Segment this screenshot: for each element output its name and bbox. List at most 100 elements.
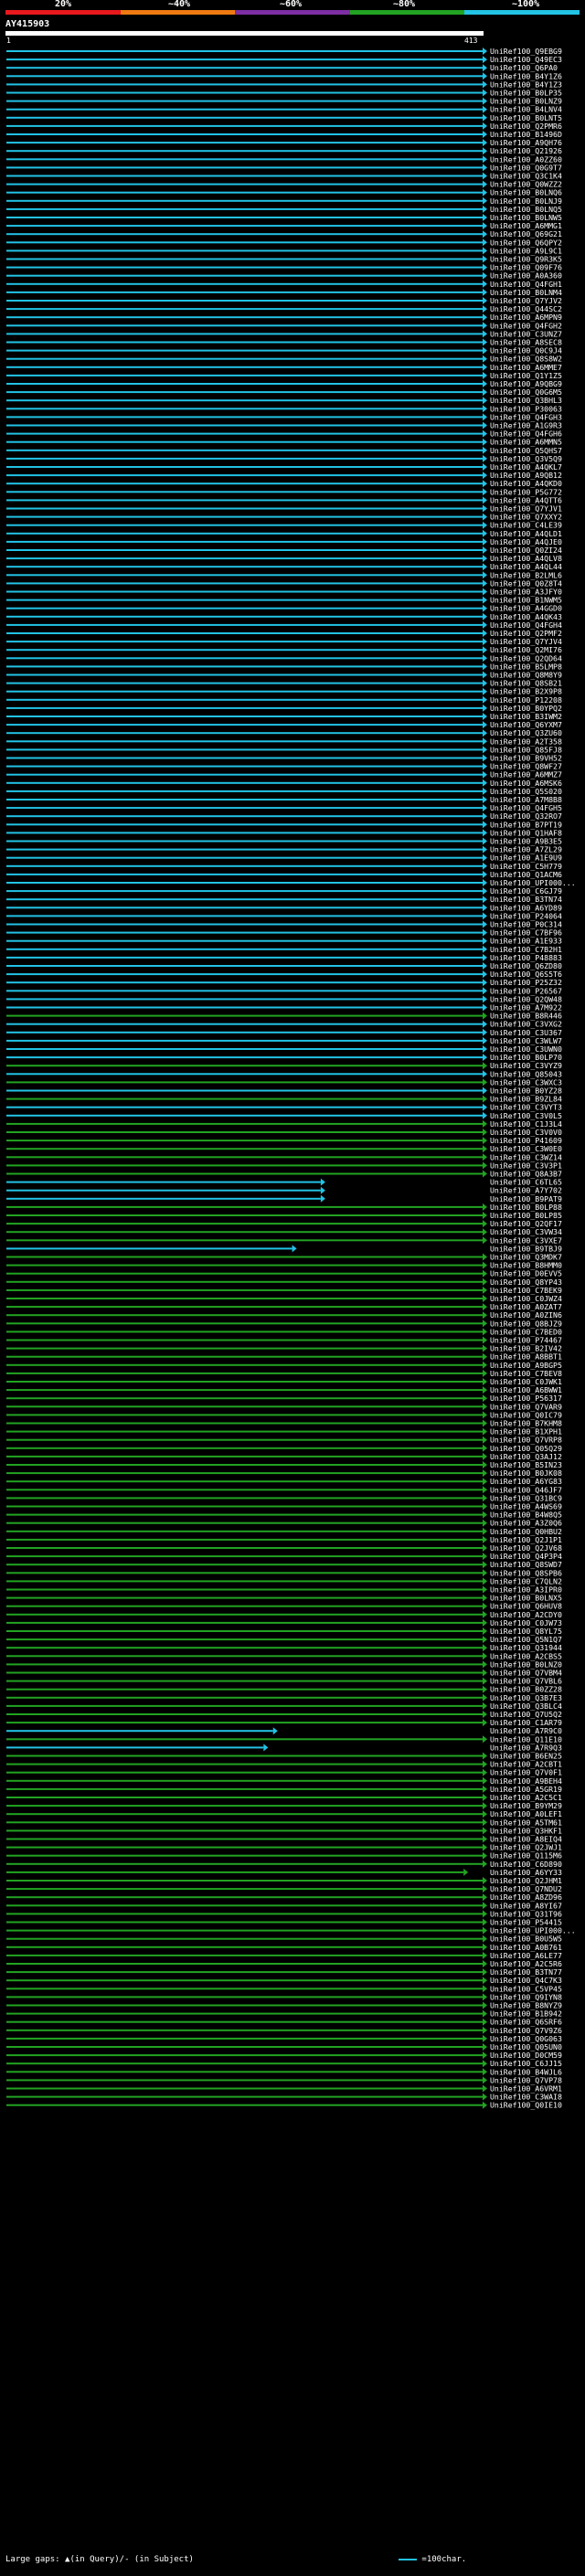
hit-row[interactable]: UniRef100_C3VW34 (6, 1227, 562, 1236)
hit-row[interactable]: UniRef100_A8ZD96 (6, 1892, 562, 1902)
hit-row[interactable]: UniRef100_C3V0L5 (6, 1111, 562, 1120)
hit-alignment-bar[interactable] (6, 864, 483, 867)
hit-alignment-bar[interactable] (6, 1605, 483, 1607)
hit-alignment-bar[interactable] (6, 840, 483, 843)
hit-alignment-bar[interactable] (6, 1763, 483, 1765)
hit-row[interactable]: UniRef100_P54415 (6, 1918, 562, 1927)
hit-row[interactable]: UniRef100_B3TN77 (6, 1967, 562, 1977)
hit-alignment-bar[interactable] (6, 1937, 483, 1940)
hit-alignment-bar[interactable] (6, 1688, 483, 1691)
hit-row[interactable]: UniRef100_A7M8B8 (6, 795, 562, 804)
hit-alignment-bar[interactable] (6, 225, 483, 228)
hit-alignment-bar[interactable] (6, 1181, 321, 1183)
hit-row[interactable]: UniRef100_Q4FGH2 (6, 321, 562, 330)
hit-alignment-bar[interactable] (6, 1363, 483, 1366)
hit-alignment-bar[interactable] (6, 1613, 483, 1616)
hit-row[interactable]: UniRef100_Q8M8Y9 (6, 671, 562, 680)
hit-row[interactable]: UniRef100_C3U367 (6, 1028, 562, 1037)
hit-alignment-bar[interactable] (6, 1438, 483, 1441)
hit-row[interactable]: UniRef100_Q5N1Q7 (6, 1635, 562, 1644)
hit-alignment-bar[interactable] (6, 249, 483, 252)
hit-row[interactable]: UniRef100_Q7YJV2 (6, 296, 562, 305)
hit-row[interactable]: UniRef100_Q09F76 (6, 263, 562, 272)
hit-alignment-bar[interactable] (6, 466, 483, 468)
hit-alignment-bar[interactable] (6, 1264, 483, 1267)
hit-row[interactable]: UniRef100_A6MMG1 (6, 221, 562, 230)
hit-row[interactable]: UniRef100_A4QKD0 (6, 479, 562, 488)
hit-alignment-bar[interactable] (6, 1547, 483, 1549)
hit-alignment-bar[interactable] (6, 1945, 483, 1948)
hit-alignment-bar[interactable] (6, 1730, 273, 1733)
hit-alignment-bar[interactable] (6, 1564, 483, 1566)
hit-row[interactable]: UniRef100_A1G9R3 (6, 421, 562, 430)
hit-alignment-bar[interactable] (6, 2004, 483, 2007)
hit-row[interactable]: UniRef100_Q7V0F1 (6, 1768, 562, 1777)
hit-row[interactable]: UniRef100_B0LP35 (6, 89, 562, 98)
hit-row[interactable]: UniRef100_Q1Y1Z5 (6, 371, 562, 380)
hit-alignment-bar[interactable] (6, 1306, 483, 1309)
hit-alignment-bar[interactable] (6, 1580, 483, 1583)
hit-alignment-bar[interactable] (6, 532, 483, 535)
hit-row[interactable]: UniRef100_Q4C7K3 (6, 1976, 562, 1985)
hit-row[interactable]: UniRef100_B0LNT5 (6, 113, 562, 122)
hit-row[interactable]: UniRef100_Q2QW48 (6, 994, 562, 1003)
hit-row[interactable]: UniRef100_B0JK08 (6, 1468, 562, 1478)
hit-row[interactable]: UniRef100_B9PAT9 (6, 1194, 562, 1203)
hit-alignment-bar[interactable] (6, 83, 483, 86)
hit-row[interactable]: UniRef100_Q0IE10 (6, 2101, 562, 2110)
hit-alignment-bar[interactable] (6, 333, 483, 335)
hit-alignment-bar[interactable] (6, 1954, 483, 1956)
hit-row[interactable]: UniRef100_Q21926 (6, 146, 562, 155)
hit-row[interactable]: UniRef100_P41609 (6, 1136, 562, 1145)
hit-alignment-bar[interactable] (6, 1754, 483, 1757)
hit-alignment-bar[interactable] (6, 383, 483, 385)
hit-row[interactable]: UniRef100_A4QLD1 (6, 529, 562, 538)
hit-row[interactable]: UniRef100_C7B2H1 (6, 945, 562, 954)
hit-alignment-bar[interactable] (6, 1197, 321, 1200)
hit-row[interactable]: UniRef100_B0LP88 (6, 1203, 562, 1212)
hit-row[interactable]: UniRef100_C3W0E0 (6, 1144, 562, 1153)
hit-alignment-bar[interactable] (6, 1480, 483, 1483)
hit-row[interactable]: UniRef100_A2CDY0 (6, 1610, 562, 1619)
hit-alignment-bar[interactable] (6, 1214, 483, 1216)
hit-row[interactable]: UniRef100_A0ZIN6 (6, 1310, 562, 1320)
hit-row[interactable]: UniRef100_Q0G6M5 (6, 387, 562, 397)
hit-alignment-bar[interactable] (6, 923, 483, 926)
hit-alignment-bar[interactable] (6, 316, 483, 319)
hit-row[interactable]: UniRef100_Q05UN0 (6, 2042, 562, 2051)
hit-row[interactable]: UniRef100_C0JWZ4 (6, 1294, 562, 1303)
hit-row[interactable]: UniRef100_A8YI67 (6, 1901, 562, 1910)
hit-row[interactable]: UniRef100_A9QH76 (6, 138, 562, 147)
hit-row[interactable]: UniRef100_Q115M6 (6, 1851, 562, 1860)
hit-alignment-bar[interactable] (6, 1056, 483, 1059)
hit-row[interactable]: UniRef100_Q2JWJ1 (6, 1843, 562, 1852)
hit-row[interactable]: UniRef100_B2LML6 (6, 570, 562, 579)
hit-alignment-bar[interactable] (6, 781, 483, 784)
hit-row[interactable]: UniRef100_Q32RO7 (6, 811, 562, 821)
hit-alignment-bar[interactable] (6, 75, 483, 78)
hit-row[interactable]: UniRef100_Q7VP78 (6, 2075, 562, 2084)
hit-row[interactable]: UniRef100_Q0Z8T4 (6, 578, 562, 588)
hit-alignment-bar[interactable] (6, 690, 483, 693)
hit-row[interactable]: UniRef100_Q0C9J4 (6, 346, 562, 355)
hit-row[interactable]: UniRef100_Q0G9T7 (6, 163, 562, 172)
hit-alignment-bar[interactable] (6, 1372, 483, 1374)
hit-alignment-bar[interactable] (6, 724, 483, 726)
hit-alignment-bar[interactable] (6, 2062, 483, 2065)
hit-alignment-bar[interactable] (6, 1787, 483, 1790)
hit-row[interactable]: UniRef100_B5LMP8 (6, 662, 562, 671)
hit-row[interactable]: UniRef100_B9ZL84 (6, 1095, 562, 1104)
hit-row[interactable]: UniRef100_A2C5R6 (6, 1959, 562, 1968)
hit-alignment-bar[interactable] (6, 973, 483, 976)
hit-alignment-bar[interactable] (6, 1838, 483, 1840)
hit-alignment-bar[interactable] (6, 1122, 483, 1125)
hit-alignment-bar[interactable] (6, 956, 483, 959)
hit-alignment-bar[interactable] (6, 366, 483, 368)
hit-alignment-bar[interactable] (6, 906, 483, 909)
hit-row[interactable]: UniRef100_Q46JF7 (6, 1485, 562, 1494)
hit-alignment-bar[interactable] (6, 890, 483, 893)
hit-row[interactable]: UniRef100_Q0IC79 (6, 1410, 562, 1419)
hit-alignment-bar[interactable] (6, 965, 483, 967)
hit-alignment-bar[interactable] (6, 191, 483, 194)
hit-row[interactable]: UniRef100_Q4FGH6 (6, 429, 562, 439)
